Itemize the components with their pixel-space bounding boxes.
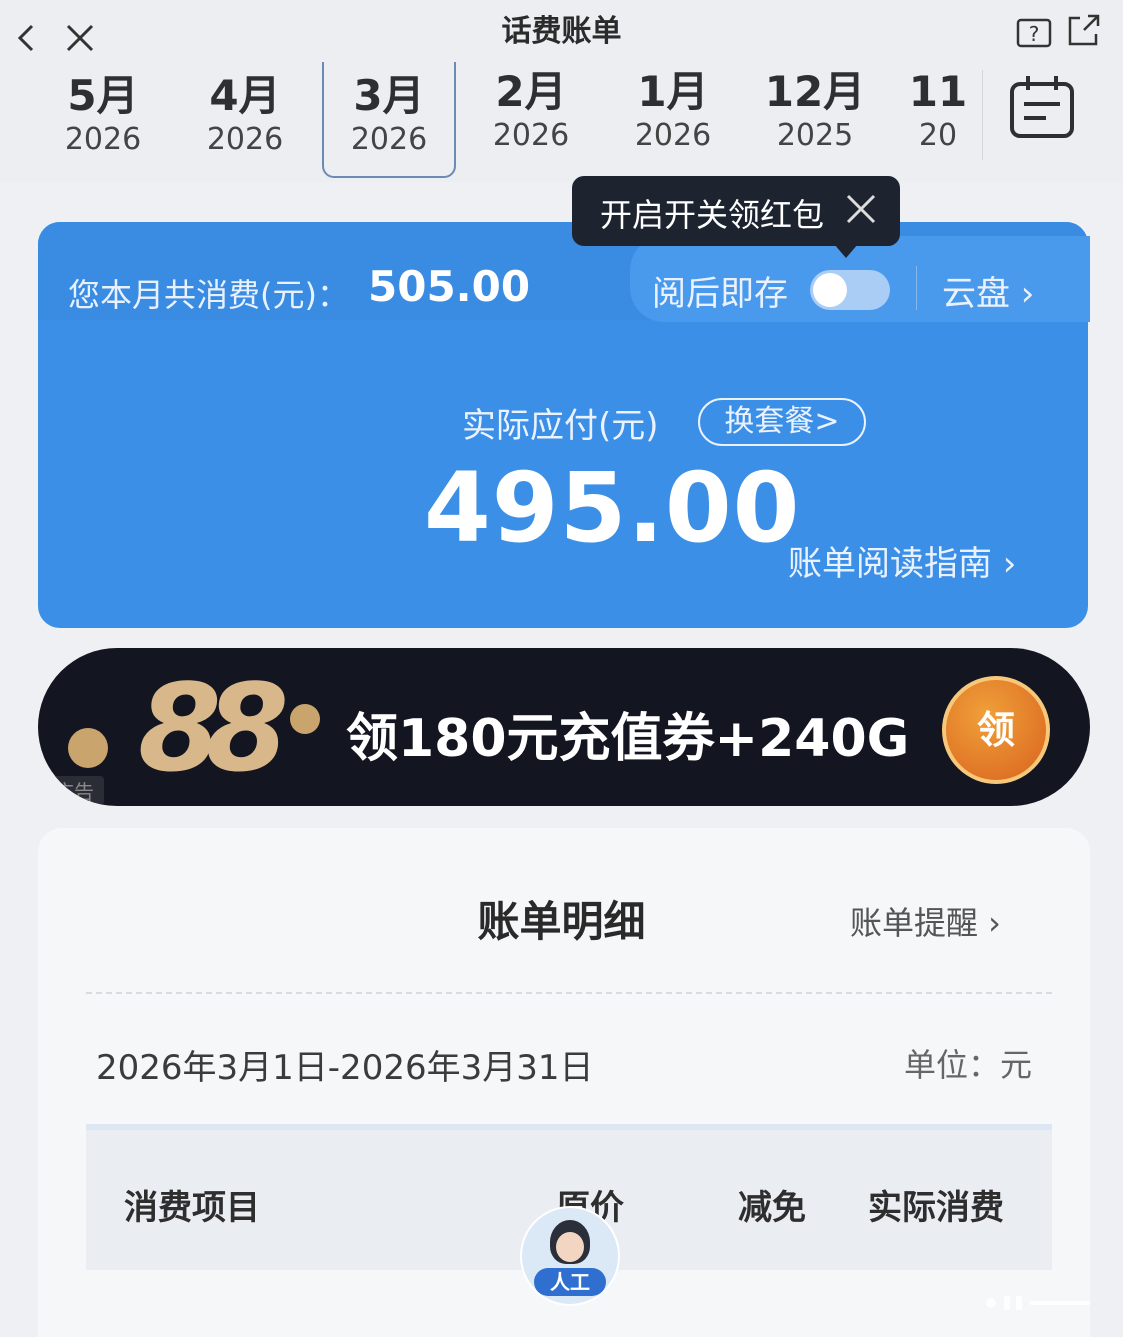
tooltip-close-icon[interactable] <box>844 192 878 226</box>
monthly-spend-label: 您本月共消费(元)： <box>68 276 349 314</box>
watermark-icon <box>986 1296 1090 1310</box>
month-label: 2月 <box>495 67 567 116</box>
billing-period: 2026年3月1日-2026年3月31日 <box>96 1048 594 1088</box>
tabs-divider <box>982 70 983 160</box>
column-header-actual: 实际消费 <box>868 1188 1004 1228</box>
column-header-discount: 减免 <box>738 1188 806 1228</box>
dashed-divider <box>86 992 1052 994</box>
year-label: 2025 <box>776 118 854 153</box>
year-label: 2026 <box>350 122 428 157</box>
agent-face <box>556 1232 584 1262</box>
page-title: 话费账单 <box>501 14 622 49</box>
month-label: 11 <box>908 67 968 116</box>
save-after-read-toggle[interactable] <box>810 270 890 310</box>
year-label: 2026 <box>634 118 712 153</box>
promo-banner[interactable]: 88 领180元充值券+240G 领 广告 <box>38 648 1090 806</box>
unit-label: 单位：元 <box>904 1046 1033 1084</box>
tooltip-text: 开启开关领红包 <box>600 196 825 234</box>
tab-month-jan-2026[interactable]: 1月 2026 <box>608 68 738 156</box>
coin-icon <box>68 728 108 768</box>
change-plan-button[interactable]: 换套餐> <box>698 398 866 446</box>
monthly-spend-value: 505.00 <box>368 262 531 311</box>
coin-icon <box>290 704 320 734</box>
month-label: 1月 <box>637 67 709 116</box>
tab-month-mar-2026[interactable]: 3月 2026 <box>322 62 456 178</box>
svg-text:?: ? <box>1029 22 1040 46</box>
tab-month-may-2026[interactable]: 5月 2026 <box>38 72 168 160</box>
tab-month-apr-2026[interactable]: 4月 2026 <box>180 72 310 160</box>
save-after-read-label: 阅后即存 <box>652 274 788 314</box>
month-tabs: 5月 2026 4月 2026 3月 2026 2月 2026 1月 2026 … <box>0 62 1123 182</box>
red-packet-tooltip: 开启开关领红包 <box>572 176 900 258</box>
bill-reading-guide-link[interactable]: 账单阅读指南 › <box>788 536 1016 585</box>
month-label: 12月 <box>764 67 866 116</box>
month-label: 4月 <box>209 71 281 120</box>
badge-88: 88 <box>138 660 289 799</box>
tab-month-nov-2025[interactable]: 11 20 <box>888 68 988 156</box>
toggle-knob <box>813 273 847 307</box>
tab-month-dec-2025[interactable]: 12月 2025 <box>750 68 880 156</box>
customer-service-button[interactable]: 人工 <box>520 1206 620 1306</box>
year-label: 2026 <box>64 122 142 157</box>
month-label: 5月 <box>67 71 139 120</box>
tooltip-arrow <box>834 244 858 258</box>
month-label: 3月 <box>353 71 425 120</box>
ad-tag: 广告 <box>44 776 104 805</box>
help-icon[interactable]: ? <box>1014 14 1054 54</box>
calendar-icon[interactable] <box>1008 74 1076 140</box>
actual-payable-value: 495.00 <box>424 452 801 564</box>
year-label: 20 <box>918 118 958 153</box>
share-icon[interactable] <box>1064 10 1104 50</box>
column-header-item: 消费项目 <box>124 1188 260 1228</box>
separator <box>916 266 917 310</box>
bill-reminder-link[interactable]: 账单提醒 › <box>850 898 1001 944</box>
tab-month-feb-2026[interactable]: 2月 2026 <box>466 68 596 156</box>
cloud-drive-link[interactable]: 云盘 › <box>942 266 1034 315</box>
promo-text: 领180元充值券+240G <box>346 709 910 769</box>
actual-payable-label: 实际应付(元) <box>462 406 659 446</box>
year-label: 2026 <box>492 118 570 153</box>
year-label: 2026 <box>206 122 284 157</box>
claim-button[interactable]: 领 <box>942 676 1050 784</box>
customer-service-label: 人工 <box>534 1268 606 1296</box>
